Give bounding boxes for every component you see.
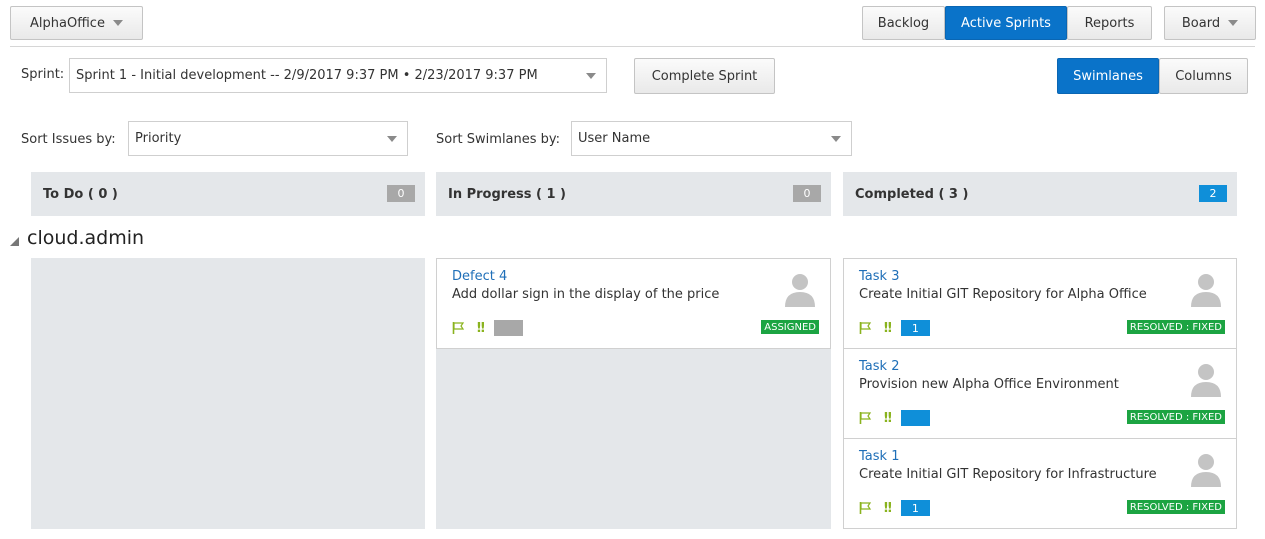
issue-link[interactable]: Defect 4: [452, 269, 507, 284]
column-count-badge: 0: [793, 185, 821, 202]
issue-meta: !!: [859, 410, 930, 426]
story-points-badge: [900, 410, 930, 426]
story-points-badge: 1: [900, 500, 930, 516]
issue-summary: Create Initial GIT Repository for Alpha …: [859, 287, 1147, 302]
active-sprints-label: Active Sprints: [961, 15, 1051, 31]
board-label: Board: [1181, 15, 1221, 31]
issue-summary: Provision new Alpha Office Environment: [859, 377, 1119, 392]
column-body-todo: [31, 258, 425, 529]
issue-meta: !! 1: [859, 320, 930, 336]
column-title: In Progress ( 1 ): [448, 186, 567, 202]
column-header-todo: To Do ( 0 ) 0: [31, 172, 425, 216]
complete-sprint-button[interactable]: Complete Sprint: [634, 58, 775, 94]
column-count-badge: 2: [1199, 185, 1227, 202]
priority-icon: !!: [883, 320, 893, 336]
issue-card[interactable]: Task 2 Provision new Alpha Office Enviro…: [843, 348, 1237, 439]
status-badge: ASSIGNED: [761, 320, 819, 334]
user-avatar-icon: [1191, 454, 1221, 487]
status-badge: RESOLVED : FIXED: [1126, 410, 1225, 424]
user-avatar-icon: [1191, 274, 1221, 307]
project-dropdown[interactable]: AlphaOffice: [10, 6, 143, 40]
issue-summary: Add dollar sign in the display of the pr…: [452, 287, 720, 302]
swimlane-name: cloud.admin: [27, 227, 145, 249]
flag-icon: [859, 412, 872, 424]
story-points-badge: 1: [900, 320, 930, 336]
sprint-select-value: Sprint 1 - Initial development -- 2/9/20…: [76, 68, 538, 83]
swimlane-header[interactable]: cloud.admin: [10, 227, 144, 249]
priority-icon: !!: [883, 410, 893, 426]
header-divider: [10, 46, 1255, 47]
complete-sprint-label: Complete Sprint: [651, 68, 758, 84]
backlog-tab[interactable]: Backlog: [862, 6, 945, 40]
issue-link[interactable]: Task 3: [859, 269, 899, 284]
flag-icon: [452, 322, 465, 334]
sort-issues-label: Sort Issues by:: [21, 132, 116, 147]
sort-swimlanes-value: User Name: [578, 131, 651, 146]
user-avatar-icon: [785, 274, 815, 307]
status-badge: RESOLVED : FIXED: [1126, 500, 1225, 514]
swimlanes-label: Swimlanes: [1073, 68, 1143, 84]
issue-card[interactable]: Task 3 Create Initial GIT Repository for…: [843, 258, 1237, 349]
column-title: Completed ( 3 ): [855, 186, 969, 202]
collapse-triangle-icon[interactable]: [10, 236, 19, 246]
chevron-down-icon: [387, 136, 397, 142]
issue-summary: Create Initial GIT Repository for Infras…: [859, 467, 1157, 482]
column-header-completed: Completed ( 3 ) 2: [843, 172, 1237, 216]
active-sprints-tab[interactable]: Active Sprints: [945, 6, 1067, 40]
column-count-badge: 0: [387, 185, 415, 202]
board-dropdown[interactable]: Board: [1164, 6, 1256, 40]
user-avatar-icon: [1191, 364, 1221, 397]
sort-issues-select[interactable]: Priority: [128, 121, 408, 156]
issue-card[interactable]: Task 1 Create Initial GIT Repository for…: [843, 438, 1237, 529]
project-name: AlphaOffice: [30, 15, 105, 31]
issue-link[interactable]: Task 1: [859, 449, 899, 464]
columns-label: Columns: [1175, 68, 1232, 84]
flag-icon: [859, 502, 872, 514]
reports-label: Reports: [1084, 15, 1135, 31]
issue-meta: !!: [452, 320, 523, 336]
sort-issues-value: Priority: [135, 131, 182, 146]
chevron-down-icon: [831, 136, 841, 142]
sprint-label: Sprint:: [21, 67, 65, 82]
swimlanes-toggle[interactable]: Swimlanes: [1057, 58, 1159, 94]
flag-icon: [859, 322, 872, 334]
sprint-select[interactable]: Sprint 1 - Initial development -- 2/9/20…: [69, 58, 607, 93]
column-title: To Do ( 0 ): [43, 186, 118, 202]
chevron-down-icon: [1228, 20, 1239, 26]
chevron-down-icon: [586, 73, 596, 79]
chevron-down-icon: [112, 20, 123, 26]
backlog-label: Backlog: [877, 15, 930, 31]
column-header-in-progress: In Progress ( 1 ) 0: [436, 172, 831, 216]
sort-swimlanes-select[interactable]: User Name: [571, 121, 852, 156]
issue-meta: !! 1: [859, 500, 930, 516]
story-points-badge: [493, 320, 523, 336]
priority-icon: !!: [476, 320, 486, 336]
status-badge: RESOLVED : FIXED: [1126, 320, 1225, 334]
sort-swimlanes-label: Sort Swimlanes by:: [436, 132, 561, 147]
issue-link[interactable]: Task 2: [859, 359, 899, 374]
reports-tab[interactable]: Reports: [1067, 6, 1152, 40]
issue-card[interactable]: Defect 4 Add dollar sign in the display …: [436, 258, 831, 349]
priority-icon: !!: [883, 500, 893, 516]
columns-toggle[interactable]: Columns: [1159, 58, 1248, 94]
